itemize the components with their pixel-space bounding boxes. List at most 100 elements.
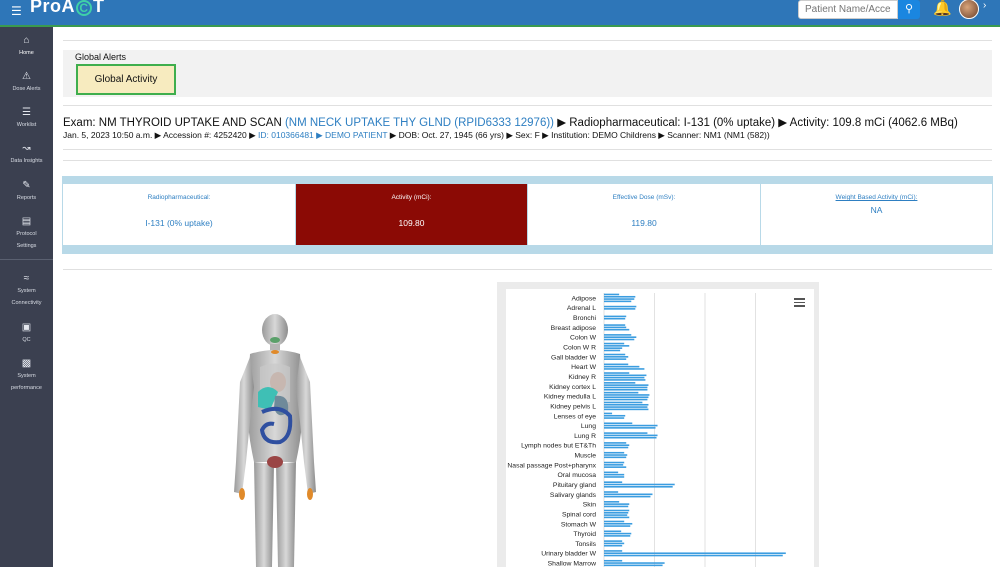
- chart-bar[interactable]: [604, 308, 636, 310]
- chart-bar[interactable]: [604, 342, 625, 345]
- sidebar-item-protocol-settings[interactable]: ▤ Protocol Settings: [0, 216, 53, 252]
- chevron-right-icon[interactable]: ›: [983, 0, 986, 11]
- chart-bar[interactable]: [604, 391, 639, 394]
- chart-bar[interactable]: [604, 328, 630, 331]
- chart-bar[interactable]: [604, 305, 637, 308]
- chart-bar[interactable]: [604, 464, 624, 466]
- chart-bar[interactable]: [604, 403, 649, 406]
- chart-bar[interactable]: [604, 374, 647, 377]
- chart-bar[interactable]: [604, 532, 632, 535]
- chart-bar[interactable]: [604, 363, 629, 366]
- chart-bar[interactable]: [604, 412, 613, 415]
- chart-bar[interactable]: [604, 522, 633, 525]
- chart-bar[interactable]: [604, 317, 626, 320]
- chart-bar[interactable]: [604, 384, 649, 386]
- bell-icon[interactable]: 🔔: [933, 0, 952, 17]
- chart-bar[interactable]: [604, 422, 633, 425]
- chart-bar[interactable]: [604, 509, 630, 512]
- chart-bar[interactable]: [604, 476, 625, 478]
- chart-bar[interactable]: [604, 550, 623, 552]
- chart-bar[interactable]: [604, 338, 635, 341]
- chart-bar[interactable]: [604, 336, 637, 338]
- chart-bar[interactable]: [604, 436, 657, 439]
- chart-bar[interactable]: [604, 388, 648, 391]
- chart-bar[interactable]: [604, 512, 629, 514]
- chart-bar[interactable]: [604, 525, 631, 527]
- chart-bar[interactable]: [604, 552, 786, 555]
- chart-bar[interactable]: [604, 491, 619, 493]
- chart-bar[interactable]: [604, 379, 646, 381]
- patient-link[interactable]: ID: 010366481 ▶ DEMO PATIENT: [258, 130, 387, 140]
- chart-bar[interactable]: [604, 432, 648, 434]
- search-button[interactable]: ⚲: [898, 0, 920, 19]
- chart-bar[interactable]: [604, 315, 627, 318]
- chart-bar[interactable]: [604, 326, 627, 329]
- chart-bar[interactable]: [604, 414, 626, 417]
- sidebar-item-system-performance[interactable]: ▩ System performance: [0, 358, 53, 394]
- chart-bar[interactable]: [604, 349, 621, 352]
- chart-bar[interactable]: [604, 408, 649, 411]
- chart-bar[interactable]: [604, 530, 622, 533]
- chart-bar[interactable]: [604, 368, 645, 370]
- sidebar-item-reports[interactable]: ✎ Reports: [0, 180, 53, 204]
- chart-bar[interactable]: [604, 434, 658, 437]
- chart-bar[interactable]: [604, 461, 625, 464]
- chart-bar[interactable]: [604, 503, 630, 505]
- search-input[interactable]: [798, 0, 898, 19]
- chart-bar[interactable]: [604, 376, 645, 379]
- sidebar-item-home[interactable]: ⌂ Home: [0, 35, 53, 59]
- chart-menu-icon[interactable]: [794, 298, 805, 307]
- chart-bar[interactable]: [604, 424, 658, 427]
- chart-bar[interactable]: [604, 466, 627, 468]
- chart-bar[interactable]: [604, 473, 625, 476]
- chart-bar[interactable]: [604, 356, 629, 358]
- global-activity-button[interactable]: Global Activity: [76, 64, 176, 95]
- chart-bar[interactable]: [604, 396, 649, 399]
- chart-bar[interactable]: [604, 454, 628, 456]
- chart-bar[interactable]: [604, 562, 665, 564]
- chart-bar[interactable]: [604, 559, 623, 562]
- chart-bar[interactable]: [604, 353, 626, 356]
- chart-bar[interactable]: [604, 516, 630, 519]
- chart-bar[interactable]: [604, 446, 629, 449]
- chart-bar[interactable]: [604, 324, 626, 326]
- chart-bar[interactable]: [604, 514, 628, 516]
- chart-bar[interactable]: [604, 401, 643, 404]
- chart-bar[interactable]: [604, 386, 648, 389]
- chart-bar[interactable]: [604, 427, 656, 429]
- chart-bar[interactable]: [604, 444, 630, 447]
- chart-bar[interactable]: [604, 334, 632, 336]
- chart-bar[interactable]: [604, 451, 625, 454]
- chart-bar[interactable]: [604, 481, 623, 483]
- chart-bar[interactable]: [604, 483, 675, 486]
- chart-bar[interactable]: [604, 293, 620, 296]
- chart-bar[interactable]: [604, 300, 632, 303]
- chart-bar[interactable]: [604, 382, 636, 384]
- chart-bar[interactable]: [604, 505, 629, 508]
- chart-bar[interactable]: [604, 365, 640, 368]
- chart-bar[interactable]: [604, 485, 673, 488]
- card-label-link[interactable]: Weight Based Activity (mCi):: [761, 194, 992, 201]
- chart-bar[interactable]: [604, 417, 625, 419]
- chart-bar[interactable]: [604, 394, 650, 396]
- sidebar-item-system-connectivity[interactable]: ≈ System Connectivity: [0, 273, 53, 309]
- chart-bar[interactable]: [604, 540, 623, 542]
- avatar[interactable]: [959, 0, 979, 19]
- app-logo[interactable]: ProA C T: [30, 0, 105, 17]
- chart-bar[interactable]: [604, 345, 630, 347]
- chart-bar[interactable]: [604, 535, 631, 537]
- sidebar-item-data-insights[interactable]: ↝ Data Insights: [0, 143, 53, 167]
- chart-bar[interactable]: [604, 542, 625, 545]
- sidebar-item-worklist[interactable]: ☰ Worklist: [0, 107, 53, 131]
- sidebar-item-dose-alerts[interactable]: ⚠ Dose Alerts: [0, 71, 53, 95]
- chart-bar[interactable]: [604, 564, 663, 567]
- chart-bar[interactable]: [604, 544, 623, 547]
- chart-bar[interactable]: [604, 398, 648, 401]
- chart-bar[interactable]: [604, 493, 653, 496]
- chart-bar[interactable]: [604, 520, 625, 523]
- chart-bar[interactable]: [604, 406, 648, 408]
- hamburger-icon[interactable]: ☰: [11, 4, 22, 18]
- chart-bar[interactable]: [604, 495, 651, 498]
- exam-code-link[interactable]: (NM NECK UPTAKE THY GLND (RPID6333 12976…: [285, 117, 554, 129]
- chart-bar[interactable]: [604, 456, 627, 459]
